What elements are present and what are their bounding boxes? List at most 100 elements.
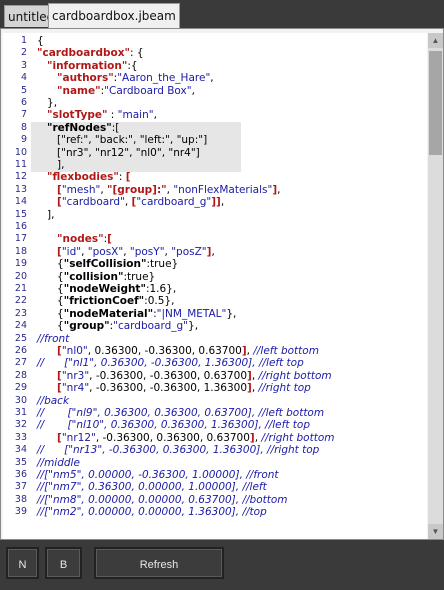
code-token: }, bbox=[226, 307, 237, 320]
code-line: 3 "information":{ bbox=[3, 60, 427, 72]
code-token: , 0.36300, -0.36300, 0.63700 bbox=[87, 345, 242, 357]
code-text: ["nr12", -0.36300, 0.36300, 0.63700], //… bbox=[37, 432, 334, 444]
line-number: 14 bbox=[14, 196, 27, 208]
bottom-toolbar: N B Refresh bbox=[0, 540, 444, 590]
code-text: { bbox=[37, 35, 44, 47]
code-text: ["nr3", -0.36300, -0.36300, 0.63700], //… bbox=[37, 370, 332, 382]
code-token: "name" bbox=[57, 84, 101, 97]
code-token: , bbox=[191, 84, 195, 97]
line-number: 20 bbox=[14, 270, 27, 282]
line-number: 33 bbox=[14, 431, 27, 443]
code-token: :[ bbox=[111, 121, 120, 134]
code-text: "nodes":[ bbox=[37, 233, 112, 245]
n-button[interactable]: N bbox=[6, 547, 39, 579]
code-text: "authors":"Aaron_the_Hare", bbox=[37, 72, 214, 84]
code-token: , bbox=[100, 183, 108, 196]
code-token: "nodes" bbox=[57, 233, 104, 246]
code-text: // ["nr13", -0.36300, 0.36300, 1.36300],… bbox=[37, 444, 319, 456]
code-line: 33 ["nr12", -0.36300, 0.36300, 0.63700],… bbox=[3, 432, 427, 444]
code-token: //["nm7", 0.36300, 0.00000, 1.00000], //… bbox=[37, 481, 267, 494]
code-line: 1{ bbox=[3, 35, 427, 47]
line-number: 22 bbox=[14, 295, 27, 307]
code-text: {"nodeMaterial":"|NM_METAL"}, bbox=[37, 308, 236, 320]
code-line: 24 {"group":"cardboard_g"}, bbox=[3, 320, 427, 332]
code-token: : bbox=[118, 171, 126, 184]
code-token: "group" bbox=[63, 320, 110, 333]
line-number: 15 bbox=[14, 208, 27, 220]
code-text: "name":"Cardboard Box", bbox=[37, 85, 195, 97]
code-token: "nr3" bbox=[61, 369, 90, 382]
code-token: :true} bbox=[146, 258, 179, 271]
code-text: {"collision":true} bbox=[37, 271, 155, 283]
code-token: , bbox=[123, 245, 130, 258]
code-line: 39 //["nm2", 0.00000, 0.00000, 1.36300], … bbox=[3, 506, 427, 518]
code-token: }, bbox=[188, 320, 199, 333]
line-number: 36 bbox=[14, 469, 27, 480]
vertical-scrollbar[interactable]: ▲ ▼ bbox=[428, 33, 443, 539]
line-number: 34 bbox=[14, 444, 27, 456]
code-token: , -0.36300, -0.36300, 0.63700 bbox=[89, 369, 248, 382]
code-token: // ["nl1", 0.36300, -0.36300, 1.36300], … bbox=[37, 357, 304, 370]
code-token: "nodeWeight" bbox=[63, 283, 146, 295]
line-number: 2 bbox=[20, 47, 27, 59]
code-text: "cardboardbox": { bbox=[37, 47, 144, 59]
code-line: 16 bbox=[3, 221, 427, 233]
scrollbar-thumb[interactable] bbox=[429, 51, 442, 155]
code-token: //back bbox=[37, 394, 70, 407]
code-token: //["nm8", 0.00000, 0.00000, 0.63700], //… bbox=[37, 493, 288, 506]
code-line: 34 // ["nr13", -0.36300, 0.36300, 1.36300… bbox=[3, 444, 427, 456]
code-line: 19 {"selfCollision":true} bbox=[3, 258, 427, 270]
code-token: "nonFlexMaterials" bbox=[173, 183, 273, 196]
code-text: ["nl0", 0.36300, -0.36300, 0.63700], //l… bbox=[37, 345, 319, 357]
code-token: "selfCollision" bbox=[63, 258, 147, 271]
code-line: 4 "authors":"Aaron_the_Hare", bbox=[3, 72, 427, 84]
code-token: , bbox=[277, 183, 281, 196]
code-line: 32 // ["nl10", 0.36300, 0.36300, 1.36300]… bbox=[3, 419, 427, 431]
code-token: { bbox=[37, 35, 44, 47]
code-token: , -0.36300, 0.36300, 0.63700 bbox=[95, 431, 250, 444]
b-button[interactable]: B bbox=[45, 547, 82, 579]
code-token: { bbox=[37, 307, 64, 320]
line-number: 25 bbox=[14, 332, 27, 344]
line-number: 8 bbox=[20, 121, 27, 133]
line-number: 10 bbox=[14, 146, 27, 158]
code-token: //["nm2", 0.00000, 0.00000, 1.36300], //… bbox=[37, 506, 267, 519]
code-text: {"selfCollision":true} bbox=[37, 258, 178, 270]
code-token: //middle bbox=[37, 456, 80, 469]
code-text: ], bbox=[37, 209, 54, 221]
scroll-up-arrow-icon[interactable]: ▲ bbox=[428, 33, 443, 48]
code-line: 20 {"collision":true} bbox=[3, 271, 427, 283]
editor-panel: 1{2 "cardboardbox": {3 "information":{4 "… bbox=[0, 28, 444, 540]
code-line: 29 ["nr4", -0.36300, -0.36300, 1.36300],… bbox=[3, 382, 427, 394]
code-token: , bbox=[210, 72, 214, 85]
line-number: 24 bbox=[14, 320, 27, 332]
code-text: {"nodeWeight":1.6}, bbox=[37, 283, 176, 295]
line-number: 28 bbox=[14, 369, 27, 381]
code-editor[interactable]: 1{2 "cardboardbox": {3 "information":{4 "… bbox=[3, 33, 427, 539]
refresh-button[interactable]: Refresh bbox=[94, 547, 224, 579]
code-text: ["ref:", "back:", "left:", "up:"] bbox=[37, 134, 207, 146]
code-token: , bbox=[220, 196, 225, 209]
code-text: "flexbodies": [ bbox=[37, 171, 131, 183]
line-number: 35 bbox=[14, 456, 27, 468]
code-token: : bbox=[107, 109, 118, 122]
code-text: ], bbox=[37, 159, 64, 171]
code-text: "refNodes":[ bbox=[37, 122, 119, 134]
tab-cardboardbox[interactable]: cardboardbox.jbeam bbox=[48, 3, 180, 28]
code-token: "flexbodies" bbox=[47, 171, 119, 184]
code-token: "posZ" bbox=[171, 245, 207, 258]
code-token: { bbox=[37, 320, 64, 333]
scroll-down-arrow-icon[interactable]: ▼ bbox=[428, 524, 443, 539]
code-token: { bbox=[37, 270, 64, 283]
code-line: 15 ], bbox=[3, 209, 427, 221]
line-number: 17 bbox=[14, 233, 27, 245]
code-token: "nl0" bbox=[61, 345, 88, 357]
code-token: [ bbox=[107, 233, 112, 246]
code-token: "cardboard_g" bbox=[136, 196, 212, 209]
code-token: "cardboardbox" bbox=[37, 47, 130, 60]
